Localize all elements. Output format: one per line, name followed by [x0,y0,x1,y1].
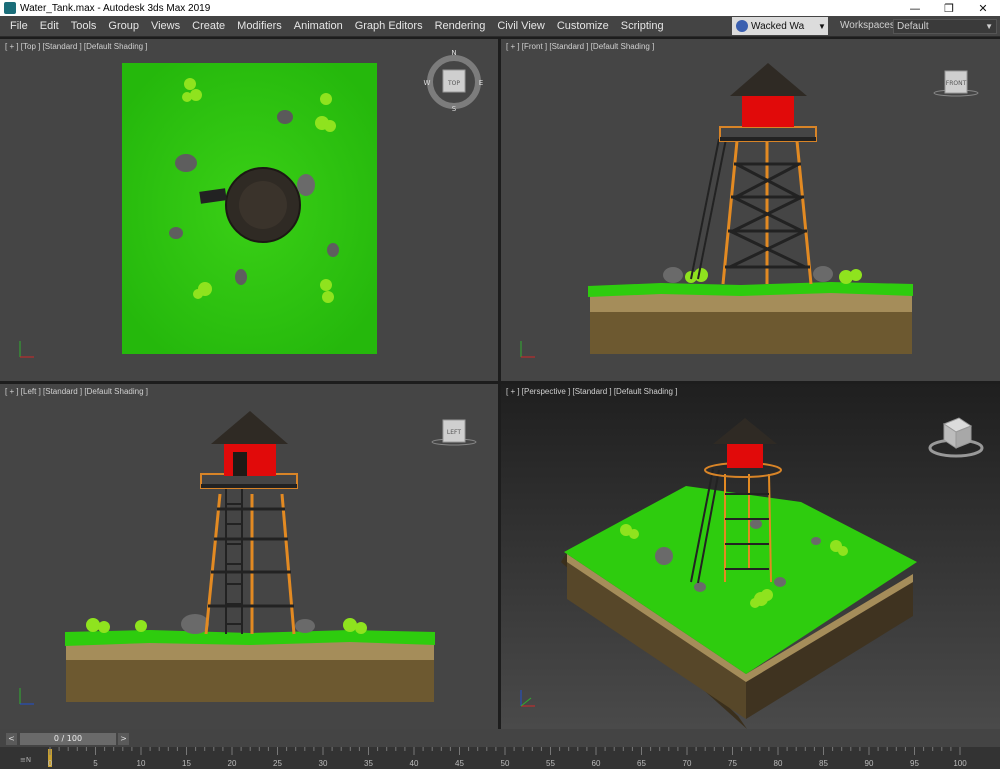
track-tick-label: 70 [683,759,692,768]
viewport-area: TOP N E S W [ + ] [Top ] [Standard ] [De… [0,37,1000,729]
track-tick-label: 15 [182,759,191,768]
compass-south: S [452,105,457,113]
viewport-perspective[interactable]: [ + ] [Perspective ] [Standard ] [Defaul… [501,384,1000,729]
track-tick-label: 60 [592,759,601,768]
track-tick-label: 0 [48,759,53,768]
workspaces-select[interactable]: Default ▼ [893,19,997,34]
track-tick-label: 85 [819,759,828,768]
menu-rendering[interactable]: Rendering [429,16,492,36]
rock [235,269,247,285]
viewcube-label: TOP [447,80,460,87]
menu-file[interactable]: File [0,16,34,36]
user-name: Wacked Wa [751,20,805,32]
viewcube-label: FRONT [946,80,967,87]
menu-scripting[interactable]: Scripting [615,16,670,36]
key-filter-icon: ≡N [20,756,31,764]
rock [175,154,197,172]
user-account-dropdown[interactable]: Wacked Wa ▼ [732,17,828,35]
time-slider-bar: < 0 / 100 > [0,729,1000,747]
viewcube[interactable]: TOP N E S W [424,49,484,113]
track-tick-label: 30 [319,759,328,768]
chevron-down-icon: ▼ [818,21,826,31]
chevron-down-icon: ▼ [985,22,993,31]
track-tick-label: 100 [953,759,967,768]
app-icon [4,2,16,14]
viewport-front[interactable]: FRONT [ + ] [Front ] [Standard ] [Defaul… [501,39,1000,381]
track-tick-label: 25 [273,759,282,768]
menu-create[interactable]: Create [186,16,231,36]
time-slider[interactable]: 0 / 100 [20,733,116,745]
menu-edit[interactable]: Edit [34,16,65,36]
maximize-button[interactable]: ❐ [932,0,966,16]
viewport-label-top[interactable]: [ + ] [Top ] [Standard ] [Default Shadin… [5,42,148,51]
minimize-button[interactable]: — [898,0,932,16]
menu-tools[interactable]: Tools [65,16,103,36]
track-tick-label: 20 [228,759,237,768]
tower-legs [204,493,296,635]
viewport-top[interactable]: TOP N E S W [ + ] [Top ] [Standard ] [De… [0,39,498,381]
viewport-label-left[interactable]: [ + ] [Left ] [Standard ] [Default Shadi… [5,387,148,396]
rock [169,227,183,239]
menu-modifiers[interactable]: Modifiers [231,16,288,36]
rock [277,110,293,124]
water-tank [727,442,763,468]
close-button[interactable]: ✕ [966,0,1000,16]
track-tick-label: 50 [501,759,510,768]
menu-animation[interactable]: Animation [288,16,349,36]
top-view-scene: TOP N E S W [19,49,484,358]
user-icon [736,20,748,32]
tank-roof [730,63,807,96]
compass-north: N [451,49,456,57]
menu-customize[interactable]: Customize [551,16,615,36]
track-tick-label: 65 [637,759,646,768]
window-title: Water_Tank.max - Autodesk 3ds Max 2019 [20,2,211,14]
track-tick-label: 80 [774,759,783,768]
tank-door [233,452,247,476]
track-bar[interactable]: ≡N 0 5 10 15 20 25 30 35 40 45 50 55 60 65 70 75 80 85 90 9… [0,747,1000,769]
viewcube[interactable]: FRONT [933,70,979,97]
water-tank [742,94,794,127]
track-tick-label: 45 [455,759,464,768]
track-tick-label: 10 [137,759,146,768]
track-tick-label: 55 [546,759,555,768]
track-tick-label: 5 [93,759,98,768]
menu-group[interactable]: Group [102,16,145,36]
axis-gizmo [19,341,34,358]
rock [327,243,339,257]
rock [297,174,315,196]
workspaces-label: Workspaces: [840,20,898,31]
compass-east: E [479,79,483,87]
viewport-label-perspective[interactable]: [ + ] [Perspective ] [Standard ] [Defaul… [506,387,677,396]
next-frame-button[interactable]: > [118,733,129,745]
tank-roof [211,411,288,444]
water-tank [224,442,276,476]
ladder [690,138,727,280]
perspective-view-scene [501,384,1000,729]
prev-frame-button[interactable]: < [6,733,17,745]
viewport-label-front[interactable]: [ + ] [Front ] [Standard ] [Default Shad… [506,42,654,51]
track-tick-label: 90 [865,759,874,768]
workspaces-value: Default [897,21,929,32]
menu-views[interactable]: Views [145,16,186,36]
track-tick-label: 35 [364,759,373,768]
viewcube[interactable]: LEFT [431,419,477,446]
compass-west: W [424,79,431,87]
viewcube-label: LEFT [447,429,461,436]
menu-graph-editors[interactable]: Graph Editors [349,16,429,36]
track-ruler: ≡N 0 5 10 15 20 25 30 35 40 45 50 55 60 65 70 75 80 85 90 9… [0,747,1000,769]
viewport-left[interactable]: LEFT [ + ] [Left ] [Standard ] [Default … [0,384,498,729]
menu-civil-view[interactable]: Civil View [491,16,550,36]
front-view-scene: FRONT [520,63,979,358]
title-bar: Water_Tank.max - Autodesk 3ds Max 2019 —… [0,0,1000,16]
track-tick-label: 95 [910,759,919,768]
left-view-scene: LEFT [19,411,477,705]
track-tick-label: 40 [410,759,419,768]
track-tick-label: 75 [728,759,737,768]
